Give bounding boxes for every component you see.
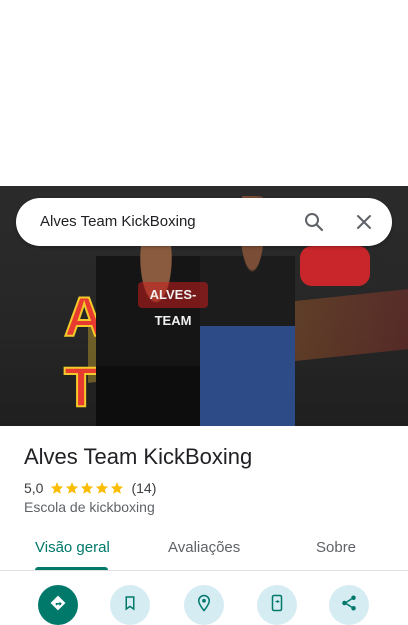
directions-button[interactable]: [38, 585, 78, 625]
tab-about[interactable]: Sobre: [316, 528, 356, 568]
star-icon: [66, 482, 79, 494]
rating-row[interactable]: 5,0 (14): [24, 479, 156, 497]
nearby-button[interactable]: [184, 585, 224, 625]
star-icon: [111, 482, 124, 494]
shirt-print: ALVES-TEAM: [138, 282, 208, 328]
star-icon: [51, 482, 64, 494]
star-icon: [81, 482, 94, 494]
rating-value: 5,0: [24, 480, 44, 496]
map-blank-area: [0, 0, 408, 186]
search-input[interactable]: Alves Team KickBoxing: [40, 198, 196, 246]
nearby-icon: [197, 594, 211, 612]
send-to-phone-icon: [271, 594, 283, 612]
send-to-phone-button[interactable]: [257, 585, 297, 625]
search-box[interactable]: Alves Team KickBoxing: [16, 198, 392, 246]
active-tab-indicator: [35, 567, 108, 570]
save-button[interactable]: [110, 585, 150, 625]
review-count[interactable]: (14): [131, 480, 156, 496]
search-icon[interactable]: [302, 210, 326, 234]
close-icon[interactable]: [352, 210, 376, 234]
star-rating: [50, 481, 125, 495]
place-title: Alves Team KickBoxing: [24, 444, 253, 469]
wall-graphic: [300, 246, 370, 286]
directions-icon: [50, 595, 66, 611]
star-icon: [96, 482, 109, 494]
share-button[interactable]: [329, 585, 369, 625]
share-icon: [342, 595, 356, 611]
tab-reviews[interactable]: Avaliações: [168, 528, 240, 568]
tab-overview[interactable]: Visão geral: [35, 528, 110, 568]
place-category: Escola de kickboxing: [24, 499, 155, 515]
bookmark-icon: [125, 596, 135, 611]
place-tabs: Visão geral Avaliações Sobre: [0, 528, 408, 571]
